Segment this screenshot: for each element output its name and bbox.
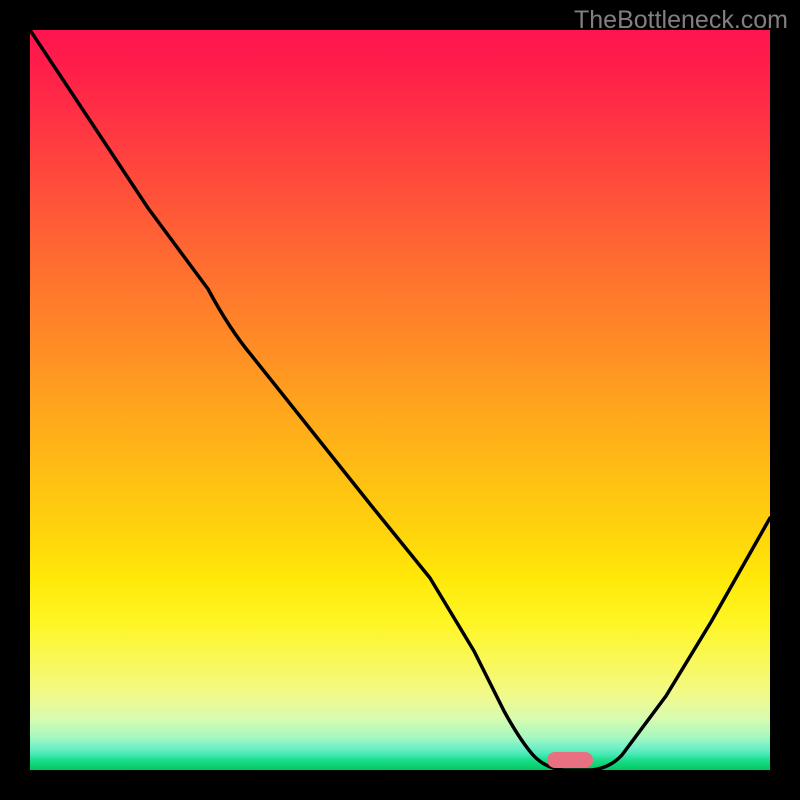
- bottleneck-curve-path: [30, 30, 770, 770]
- optimal-marker: [547, 752, 593, 768]
- chart-curve: [30, 30, 770, 770]
- watermark-text: TheBottleneck.com: [574, 6, 788, 35]
- chart-container: [30, 30, 770, 770]
